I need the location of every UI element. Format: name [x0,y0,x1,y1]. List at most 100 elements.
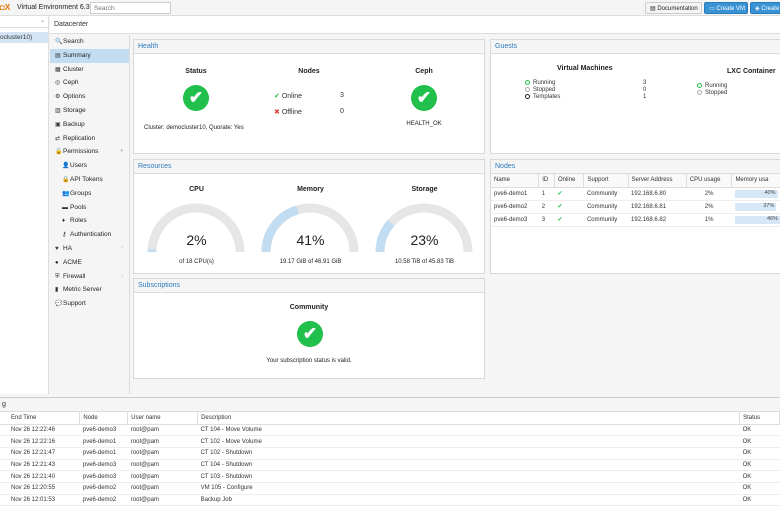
permissions-icon: 🔓 [55,149,63,156]
log-column-header[interactable]: Status [739,412,780,425]
node-cpu: 2% [686,200,732,214]
x-icon: ✖ [274,109,282,116]
nodes-table: Name ID Online Support Server Address CPU usa… [491,174,780,227]
offline-row: ✖ Offline [274,109,302,116]
table-row[interactable]: Nov 26 12:21:47 pve6-demo1 root@pam CT 102 … [0,447,780,460]
documentation-button[interactable]: ▤ Documentation [645,2,702,14]
cluster-info: Cluster: democluster10, Quorate: Yes [144,125,244,131]
table-row[interactable]: pve6-demo1 1 ✔ Community 192.168.6.80 2% 40% [491,187,780,201]
online-row: ✔ Online [274,93,303,100]
log-cell: pve6-demo3 [79,470,128,483]
table-row[interactable]: pve6-demo2 2 ✔ Community 192.168.6.81 2% 37% [491,200,780,214]
menu-label: Groups [70,189,92,197]
ceph-title: Ceph [415,68,433,75]
menu-storage[interactable]: ▥ Storage [50,104,129,118]
expand-icon[interactable]: › [121,245,123,251]
memory-value: 41% [296,232,325,248]
table-row[interactable]: Nov 26 12:20:55 pve6-demo2 root@pam VM 105 … [0,482,780,495]
nodes-column-header[interactable]: Server Address [628,174,687,188]
menu-firewall[interactable]: ⛨ Firewall › [50,270,129,284]
menu-replication[interactable]: ⇄ Replication [50,132,129,146]
resource-tree: ⌄ ocluster10) [0,16,49,394]
table-row[interactable]: pve6-demo3 3 ✔ Community 192.168.6.82 1% 46% [491,213,780,227]
menu-label: Options [63,93,86,101]
menu-acme[interactable]: ● ACME [50,256,129,270]
storage-value: 23% [410,232,439,248]
nodes-column-header[interactable]: ID [538,174,555,188]
status-cell: Status ✔ [156,68,236,111]
subscription-text: Your subscription status is valid. [266,358,352,364]
menu-users[interactable]: 👤Users [50,159,129,173]
subscription-title: Community [289,304,329,311]
nodes-column-header[interactable]: CPU usage [686,174,733,188]
expand-icon[interactable]: › [121,273,123,279]
guests-header: Guests [491,40,780,54]
groups-icon: 👥 [62,190,70,197]
create-vm-button[interactable]: ▭ Create VM [704,2,748,14]
vm-running-count: 3 [643,80,647,86]
table-row[interactable]: Nov 26 12:01:53 pve6-demo2 root@pam Backup … [0,494,780,507]
view-selector[interactable]: ⌄ [0,16,48,28]
menu-ha[interactable]: ♥ HA › [50,242,129,256]
top-bar: ◘X Virtual Environment 6.3-2 ▤ Documenta… [0,0,780,16]
tree-datacenter-node[interactable]: ocluster10) [0,32,48,43]
table-row[interactable]: Nov 26 12:21:40 pve6-demo3 root@pam CT 103 … [0,470,780,483]
nodes-column-header[interactable]: Memory usa [731,174,780,188]
table-row[interactable]: Nov 26 12:22:46 pve6-demo3 root@pam CT 104 … [0,424,780,437]
create-ct-button[interactable]: ◈ Create [750,2,780,14]
menu-backup[interactable]: ▣ Backup [50,118,129,132]
nodes-header: Nodes [491,160,780,174]
stopped-icon [697,90,702,95]
vm-stopped-count: 0 [643,87,647,93]
log-cell: root@pam [127,482,198,495]
proxmox-logo[interactable]: ◘X [0,3,10,12]
menu-support[interactable]: 💬Support [50,297,129,311]
log-cell: CT 104 - Shutdown [197,459,740,472]
log-cell: root@pam [127,435,198,448]
menu-groups[interactable]: 👥Groups [50,187,129,201]
menu-api-tokens[interactable]: 🔒API Tokens [50,173,129,187]
log-column-header[interactable]: End Time [0,412,81,425]
table-row[interactable]: Nov 26 12:21:43 pve6-demo3 root@pam CT 104 … [0,459,780,472]
cpu-arc [147,203,245,253]
menu-search[interactable]: 🔍Search [50,35,129,49]
node-name: pve6-demo1 [491,187,539,201]
search-input[interactable] [90,2,171,14]
authentication-icon: ⚷ [62,232,67,239]
log-cell: pve6-demo1 [79,435,128,448]
log-cell: VM 105 - Configure [197,482,740,495]
ceph-icon: ◎ [55,80,61,87]
resources-header: Resources [134,160,484,174]
lxc-running: Running [697,83,727,89]
log-column-header[interactable]: Node [79,412,129,425]
ceph-cell: Ceph ✔ HEALTH_OK [384,68,464,127]
menu-summary[interactable]: ▤ Summary [50,48,129,63]
menu-authentication[interactable]: ⚷ Authentication [50,228,129,242]
storage-sub: 10.58 TiB of 45.83 TiB [394,259,455,265]
log-column-header[interactable]: Description [197,412,741,425]
replication-icon: ⇄ [55,135,61,142]
table-row[interactable]: Nov 26 12:22:16 pve6-demo1 root@pam CT 102 … [0,435,780,448]
log-column-header[interactable]: User name [127,412,199,425]
menu-pools[interactable]: ▬ Pools [50,201,129,215]
menu-roles[interactable]: ♦ Roles [50,214,129,228]
menu-cluster[interactable]: ▦ Cluster [50,63,129,77]
template-icon [525,94,530,99]
node-online: ✔ [554,213,584,227]
log-cell: pve6-demo3 [79,424,128,437]
menu-ceph[interactable]: ◎ Ceph [50,76,129,90]
task-log-table: End Time Node User name Description Status N… [0,412,780,507]
cpu-value: 2% [186,232,207,248]
vm-running: Running [525,80,555,86]
menu-permissions[interactable]: 🔓Permissions ▾ [50,145,129,159]
log-cell: pve6-demo1 [79,447,128,460]
lxc-stopped: Stopped [697,90,727,96]
menu-metric-server[interactable]: ▮ Metric Server [50,283,129,297]
nodes-column-header[interactable]: Name [491,174,540,188]
menu-options[interactable]: ⚙ Options [50,90,129,104]
nodes-column-header[interactable]: Support [583,174,629,188]
datacenter-menu: 🔍Search ▤ Summary ▦ Cluster ◎ Ceph ⚙ Options ▥ Sto… [50,35,130,394]
menu-label: Firewall [63,272,86,280]
expand-icon[interactable]: ▾ [120,148,123,154]
nodes-column-header[interactable]: Online [554,174,585,188]
